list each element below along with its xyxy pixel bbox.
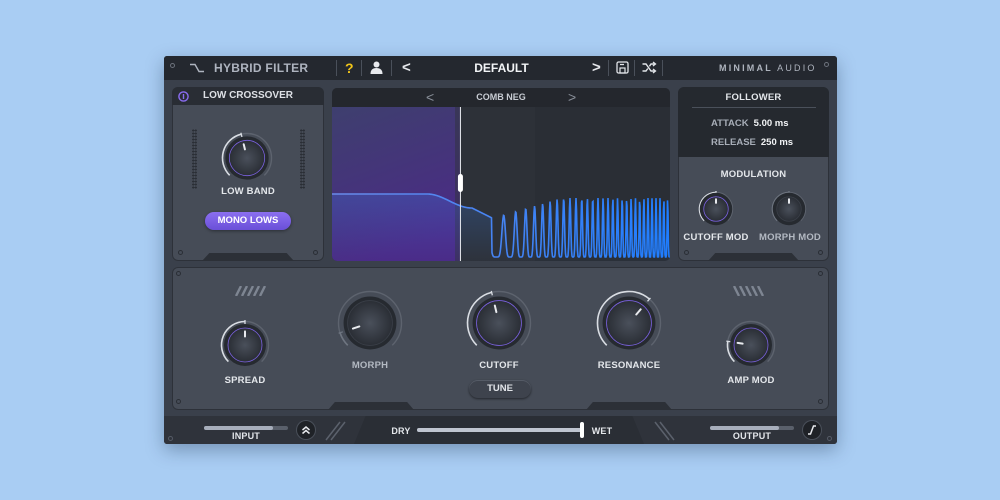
cutoff-knob[interactable] [466, 290, 532, 356]
divider [662, 60, 663, 76]
oversample-button[interactable] [297, 421, 315, 439]
filter-type-bar: COMB NEG [332, 88, 670, 107]
brand-logo: MINIMAL AUDIO [719, 63, 817, 73]
resonance-label: RESONANCE [597, 360, 661, 371]
input-slider[interactable] [204, 426, 288, 430]
user-icon[interactable] [370, 61, 383, 74]
follower-title: FOLLOWER [725, 92, 782, 103]
screw-icon [168, 436, 173, 441]
panel-notch [708, 253, 799, 261]
output-slider-fill [710, 426, 779, 430]
brand-light: AUDIO [777, 63, 817, 73]
clipper-button[interactable] [803, 421, 821, 439]
divider [608, 60, 609, 76]
soft-clip-curve-icon [808, 425, 816, 435]
mono-lows-button[interactable]: MONO LOWS [205, 212, 291, 230]
cutoff-label: CUTOFF [479, 360, 519, 371]
amp-mod-label: AMP MOD [727, 375, 775, 386]
screw-icon [176, 271, 181, 276]
screw-icon [170, 63, 175, 68]
divider [361, 60, 362, 76]
low-crossover-panel: LOW CROSSOVER LOW BAND MONO LOWS [172, 87, 324, 261]
preset-next-button[interactable]: > [592, 59, 601, 76]
morph-label: MORPH [351, 360, 389, 371]
cutoff-mod-knob[interactable] [698, 191, 734, 227]
divider-stripes [654, 421, 675, 441]
top-bar: HYBRID FILTER ? < DEFAULT > MINIMAL AUDI… [164, 56, 837, 80]
low-band-knob[interactable] [221, 132, 273, 184]
panel-notch [586, 402, 672, 410]
follower-panel: FOLLOWER ATTACK 5.00 ms RELEASE 250 ms MOD… [678, 87, 829, 261]
stereo-stripes-icon [234, 286, 267, 296]
input-label: INPUT [232, 431, 260, 441]
screw-icon [818, 399, 823, 404]
screw-icon [313, 250, 318, 255]
meter-left [192, 129, 197, 189]
dry-wet-fill [417, 428, 584, 432]
amp-mod-knob[interactable] [726, 320, 776, 370]
bottom-bar: INPUT DRY WET OUTPUT [164, 416, 837, 444]
dry-label: DRY [391, 426, 411, 436]
cutoff-mod-label: CUTOFF MOD [683, 232, 749, 243]
morph-mod-knob[interactable] [771, 191, 807, 227]
crossover-handle[interactable] [457, 174, 463, 192]
divider [336, 60, 337, 76]
low-band-label: LOW BAND [221, 186, 275, 197]
screw-icon [818, 250, 823, 255]
divider [634, 60, 635, 76]
low-crossover-header: LOW CROSSOVER [172, 87, 324, 105]
divider [692, 107, 816, 108]
help-icon[interactable]: ? [345, 60, 354, 76]
dry-wet-slider[interactable] [417, 422, 584, 438]
screw-icon [176, 399, 181, 404]
plugin-title: HYBRID FILTER [214, 61, 309, 75]
divider [391, 60, 392, 76]
release-row[interactable]: RELEASE 250 ms [711, 137, 793, 148]
panel-notch [328, 402, 414, 410]
input-slider-fill [204, 426, 273, 430]
modulation-title: MODULATION [720, 169, 787, 180]
resonance-knob[interactable] [596, 290, 662, 356]
filter-logo-icon [190, 63, 204, 73]
save-icon[interactable] [616, 61, 629, 74]
filter-prev-button[interactable]: < [426, 89, 434, 105]
amp-stripes-icon [732, 286, 765, 296]
output-slider[interactable] [710, 426, 794, 430]
screw-icon [818, 271, 823, 276]
divider-stripes [325, 421, 346, 441]
brand-bold: MINIMAL [719, 63, 773, 73]
attack-row[interactable]: ATTACK 5.00 ms [711, 118, 789, 129]
panel-notch [202, 253, 294, 261]
screw-icon [178, 250, 183, 255]
dry-wet-thumb[interactable] [580, 422, 584, 438]
screw-icon [824, 62, 829, 67]
morph-knob[interactable] [337, 290, 403, 356]
attack-label: ATTACK [711, 118, 749, 129]
frequency-response-plot [332, 107, 670, 261]
release-value[interactable]: 250 ms [761, 137, 793, 148]
preset-name[interactable]: DEFAULT [434, 61, 569, 75]
hybrid-filter-plugin: HYBRID FILTER ? < DEFAULT > MINIMAL AUDI… [164, 56, 837, 444]
attack-value[interactable]: 5.00 ms [754, 118, 789, 129]
spread-label: SPREAD [224, 375, 266, 386]
screw-icon [684, 250, 689, 255]
output-label: OUTPUT [732, 431, 772, 441]
filter-response-graph[interactable]: COMB NEG < > [332, 88, 670, 261]
shuffle-icon[interactable] [642, 61, 657, 74]
morph-mod-label: MORPH MOD [759, 232, 821, 243]
release-label: RELEASE [711, 137, 756, 148]
low-crossover-title: LOW CROSSOVER [202, 90, 293, 101]
wet-label: WET [591, 426, 613, 436]
tune-button[interactable]: TUNE [469, 380, 531, 398]
meter-right [300, 129, 305, 189]
power-toggle-icon[interactable] [178, 91, 189, 102]
preset-prev-button[interactable]: < [402, 59, 411, 76]
spread-knob[interactable] [220, 320, 270, 370]
screw-icon [827, 436, 832, 441]
double-chevron-up-icon [302, 426, 310, 435]
filter-next-button[interactable]: > [568, 89, 576, 105]
filter-type-label[interactable]: COMB NEG [476, 92, 526, 102]
